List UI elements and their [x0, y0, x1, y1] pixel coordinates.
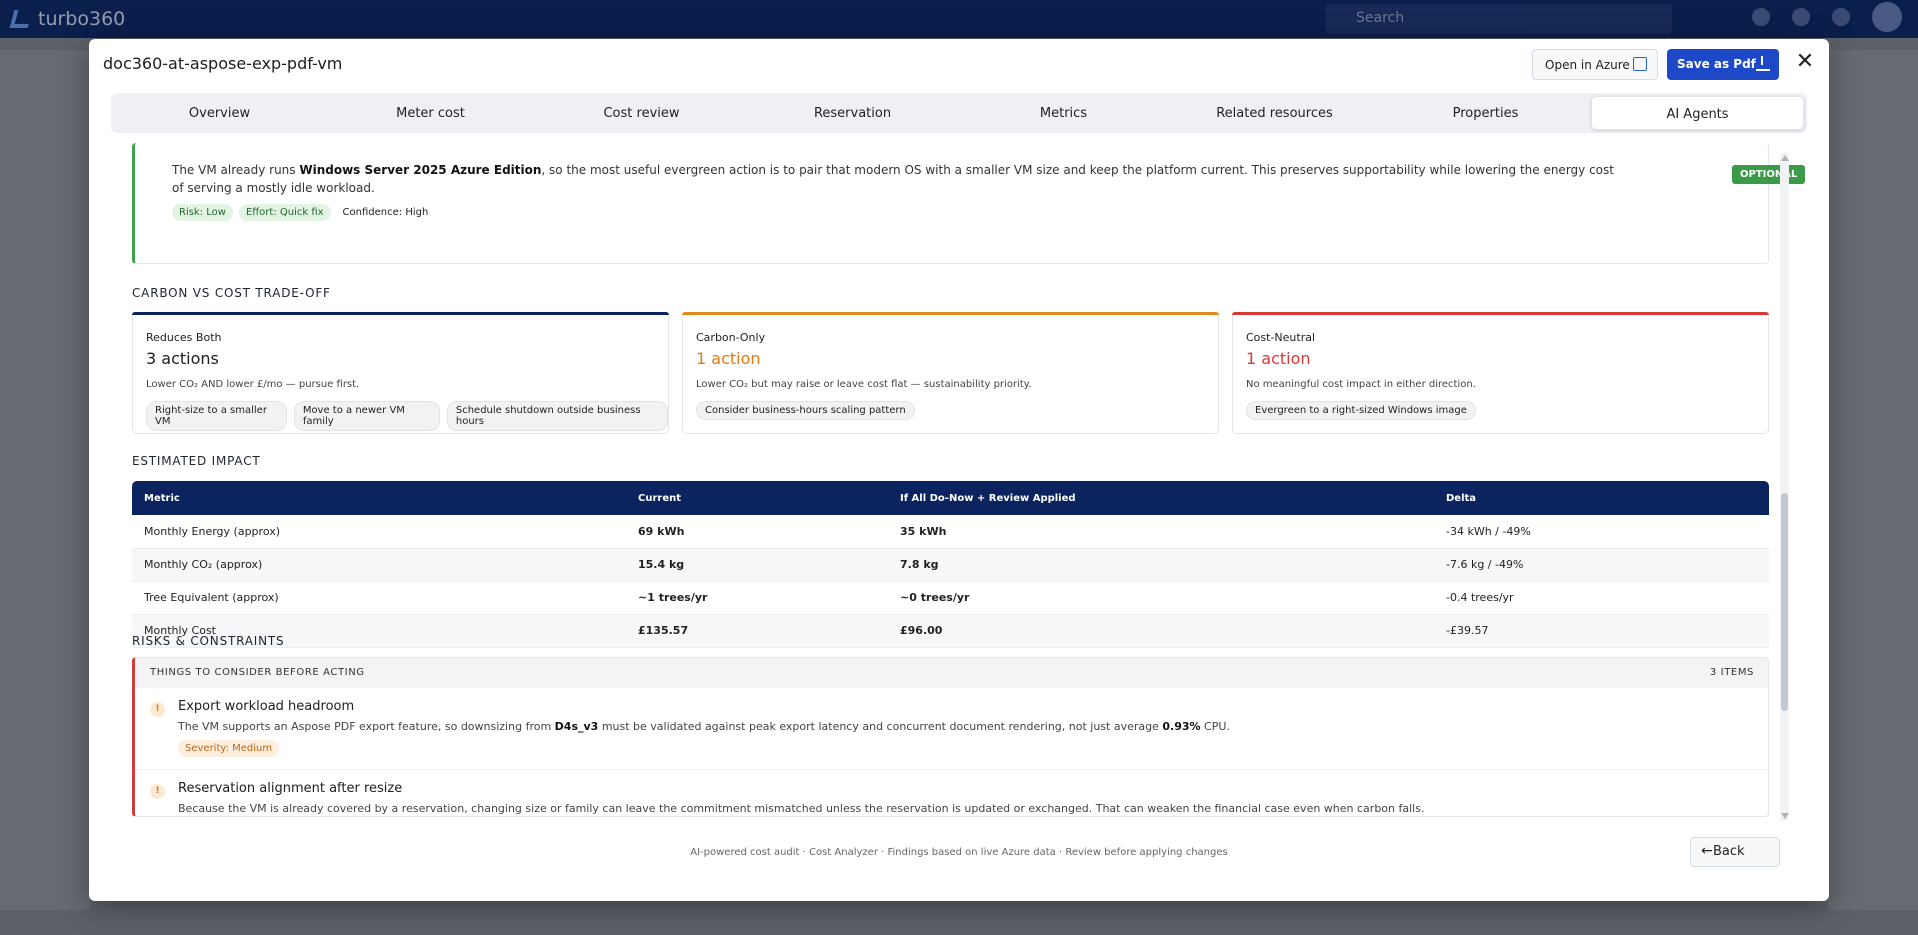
modal-title: doc360-at-aspose-exp-pdf-vm [103, 54, 343, 73]
risk-item: ! Reservation alignment after resize Bec… [135, 770, 1768, 816]
column-header: Delta [1434, 481, 1769, 515]
tradeoff-card-reduces-both: Reduces Both 3 actions Lower CO₂ AND low… [132, 312, 669, 434]
risk-title: Reservation alignment after resize [178, 781, 403, 796]
impact-table: Metric Current If All Do-Now + Review Ap… [132, 481, 1769, 648]
gear-icon[interactable] [1832, 8, 1850, 26]
back-button[interactable]: ← Back [1690, 837, 1780, 867]
tab-reservation[interactable]: Reservation [747, 96, 958, 130]
megaphone-icon[interactable] [1752, 8, 1770, 26]
table-row: Monthly CO₂ (approx) 15.4 kg 7.8 kg -7.6… [132, 548, 1769, 582]
external-link-icon [1633, 57, 1647, 71]
background-right-panel [1828, 50, 1918, 910]
tradeoff-card-cost-neutral: Cost-Neutral 1 action No meaningful cost… [1232, 312, 1769, 434]
action-chip: Evergreen to a right-sized Windows image [1246, 401, 1476, 420]
action-chip: Move to a newer VM family [293, 401, 440, 431]
open-in-azure-button[interactable]: Open in Azure [1532, 49, 1658, 80]
resource-detail-modal: doc360-at-aspose-exp-pdf-vm Open in Azur… [89, 39, 1829, 901]
app-name: turbo360 [38, 8, 126, 30]
tab-ai-agents[interactable]: AI Agents [1591, 96, 1804, 130]
save-as-pdf-label: Save as Pdf [1677, 57, 1756, 71]
topbar-icons [1752, 2, 1902, 32]
card-name: Reduces Both [146, 331, 222, 344]
app-topbar: turbo360 Search [0, 0, 1918, 38]
card-chips: Consider business-hours scaling pattern [696, 401, 915, 420]
confidence-label: Confidence: High [342, 207, 429, 218]
global-search-input[interactable]: Search [1326, 4, 1672, 34]
table-row: Tree Equivalent (approx) ~1 trees/yr ~0 … [132, 581, 1769, 615]
warning-icon: ! [150, 702, 165, 717]
optional-badge: OPTIONAL [1732, 165, 1806, 184]
tab-properties[interactable]: Properties [1380, 96, 1591, 130]
scrollbar-thumb[interactable] [1781, 493, 1788, 711]
card-name: Carbon-Only [696, 331, 766, 344]
recommendation-card: The VM already runs Windows Server 2025 … [132, 143, 1806, 264]
tab-bar: Overview Meter cost Cost review Reservat… [111, 93, 1807, 133]
column-header: Metric [132, 481, 626, 515]
recommendation-tags: Risk: Low Effort: Quick fix Confidence: … [172, 204, 428, 221]
table-header-row: Metric Current If All Do-Now + Review Ap… [132, 481, 1769, 515]
scroll-down-icon[interactable] [1781, 813, 1789, 819]
app-logo: turbo360 [9, 8, 126, 30]
column-header: If All Do-Now + Review Applied [888, 481, 1434, 515]
tradeoff-card-carbon-only: Carbon-Only 1 action Lower CO₂ but may r… [682, 312, 1219, 434]
tab-overview[interactable]: Overview [114, 96, 325, 130]
card-accent-line [682, 312, 1219, 315]
severity-badge: Severity: Medium [178, 740, 280, 757]
action-chip: Schedule shutdown outside business hours [446, 401, 669, 431]
arrow-left-icon: ← [1701, 843, 1713, 859]
column-header: Current [626, 481, 888, 515]
tab-cost-review[interactable]: Cost review [536, 96, 747, 130]
table-row: Monthly Energy (approx) 69 kWh 35 kWh -3… [132, 515, 1769, 549]
card-desc: No meaningful cost impact in either dire… [1246, 379, 1476, 390]
card-count: 1 action [1246, 349, 1311, 368]
warning-icon: ! [150, 784, 165, 799]
card-chips: Right-size to a smaller VM Move to a new… [146, 401, 669, 431]
risk-title: Export workload headroom [178, 699, 355, 714]
impact-heading: ESTIMATED IMPACT [132, 454, 261, 468]
background-left-panel [0, 50, 90, 910]
tab-related-resources[interactable]: Related resources [1169, 96, 1380, 130]
recommendation-text: The VM already runs Windows Server 2025 … [172, 163, 1614, 195]
risks-box-header: THINGS TO CONSIDER BEFORE ACTING 3 ITEMS [135, 658, 1768, 688]
risks-count: 3 ITEMS [1709, 667, 1754, 678]
scroll-up-icon[interactable] [1781, 155, 1789, 161]
card-name: Cost-Neutral [1246, 331, 1316, 344]
footer-note: AI-powered cost audit · Cost Analyzer · … [690, 847, 1228, 858]
back-label: Back [1713, 844, 1745, 859]
card-chips: Evergreen to a right-sized Windows image [1246, 401, 1476, 420]
card-accent-line [132, 312, 669, 315]
card-count: 3 actions [146, 349, 219, 368]
scroll-content: The VM already runs Windows Server 2025 … [89, 143, 1829, 823]
card-accent-line [1232, 312, 1769, 315]
save-as-pdf-button[interactable]: Save as Pdf [1667, 49, 1779, 80]
logo-icon [9, 10, 33, 28]
action-chip: Right-size to a smaller VM [146, 401, 287, 431]
card-count: 1 action [696, 349, 761, 368]
tradeoff-heading: CARBON VS COST TRADE-OFF [132, 286, 331, 300]
close-icon[interactable]: ✕ [1793, 51, 1817, 75]
risk-pill: Risk: Low [172, 204, 233, 221]
tab-meter-cost[interactable]: Meter cost [325, 96, 536, 130]
tab-metrics[interactable]: Metrics [958, 96, 1169, 130]
open-in-azure-label: Open in Azure [1545, 58, 1630, 72]
risk-item: ! Export workload headroom The VM suppor… [135, 688, 1768, 770]
avatar[interactable] [1872, 2, 1902, 32]
risks-heading: RISKS & CONSTRAINTS [132, 634, 285, 648]
risk-desc: Because the VM is already covered by a r… [178, 802, 1425, 815]
card-desc: Lower CO₂ but may raise or leave cost fl… [696, 379, 1032, 390]
risk-desc: The VM supports an Aspose PDF export fea… [178, 720, 1230, 733]
effort-pill: Effort: Quick fix [238, 204, 331, 221]
card-desc: Lower CO₂ AND lower £/mo — pursue first. [146, 379, 360, 390]
risks-box: THINGS TO CONSIDER BEFORE ACTING 3 ITEMS… [132, 657, 1769, 817]
bell-icon[interactable] [1792, 8, 1810, 26]
table-row: Monthly Cost £135.57 £96.00 -£39.57 [132, 614, 1769, 648]
content-scrollbar[interactable] [1780, 153, 1789, 821]
action-chip: Consider business-hours scaling pattern [696, 401, 915, 420]
download-icon [1756, 56, 1770, 71]
